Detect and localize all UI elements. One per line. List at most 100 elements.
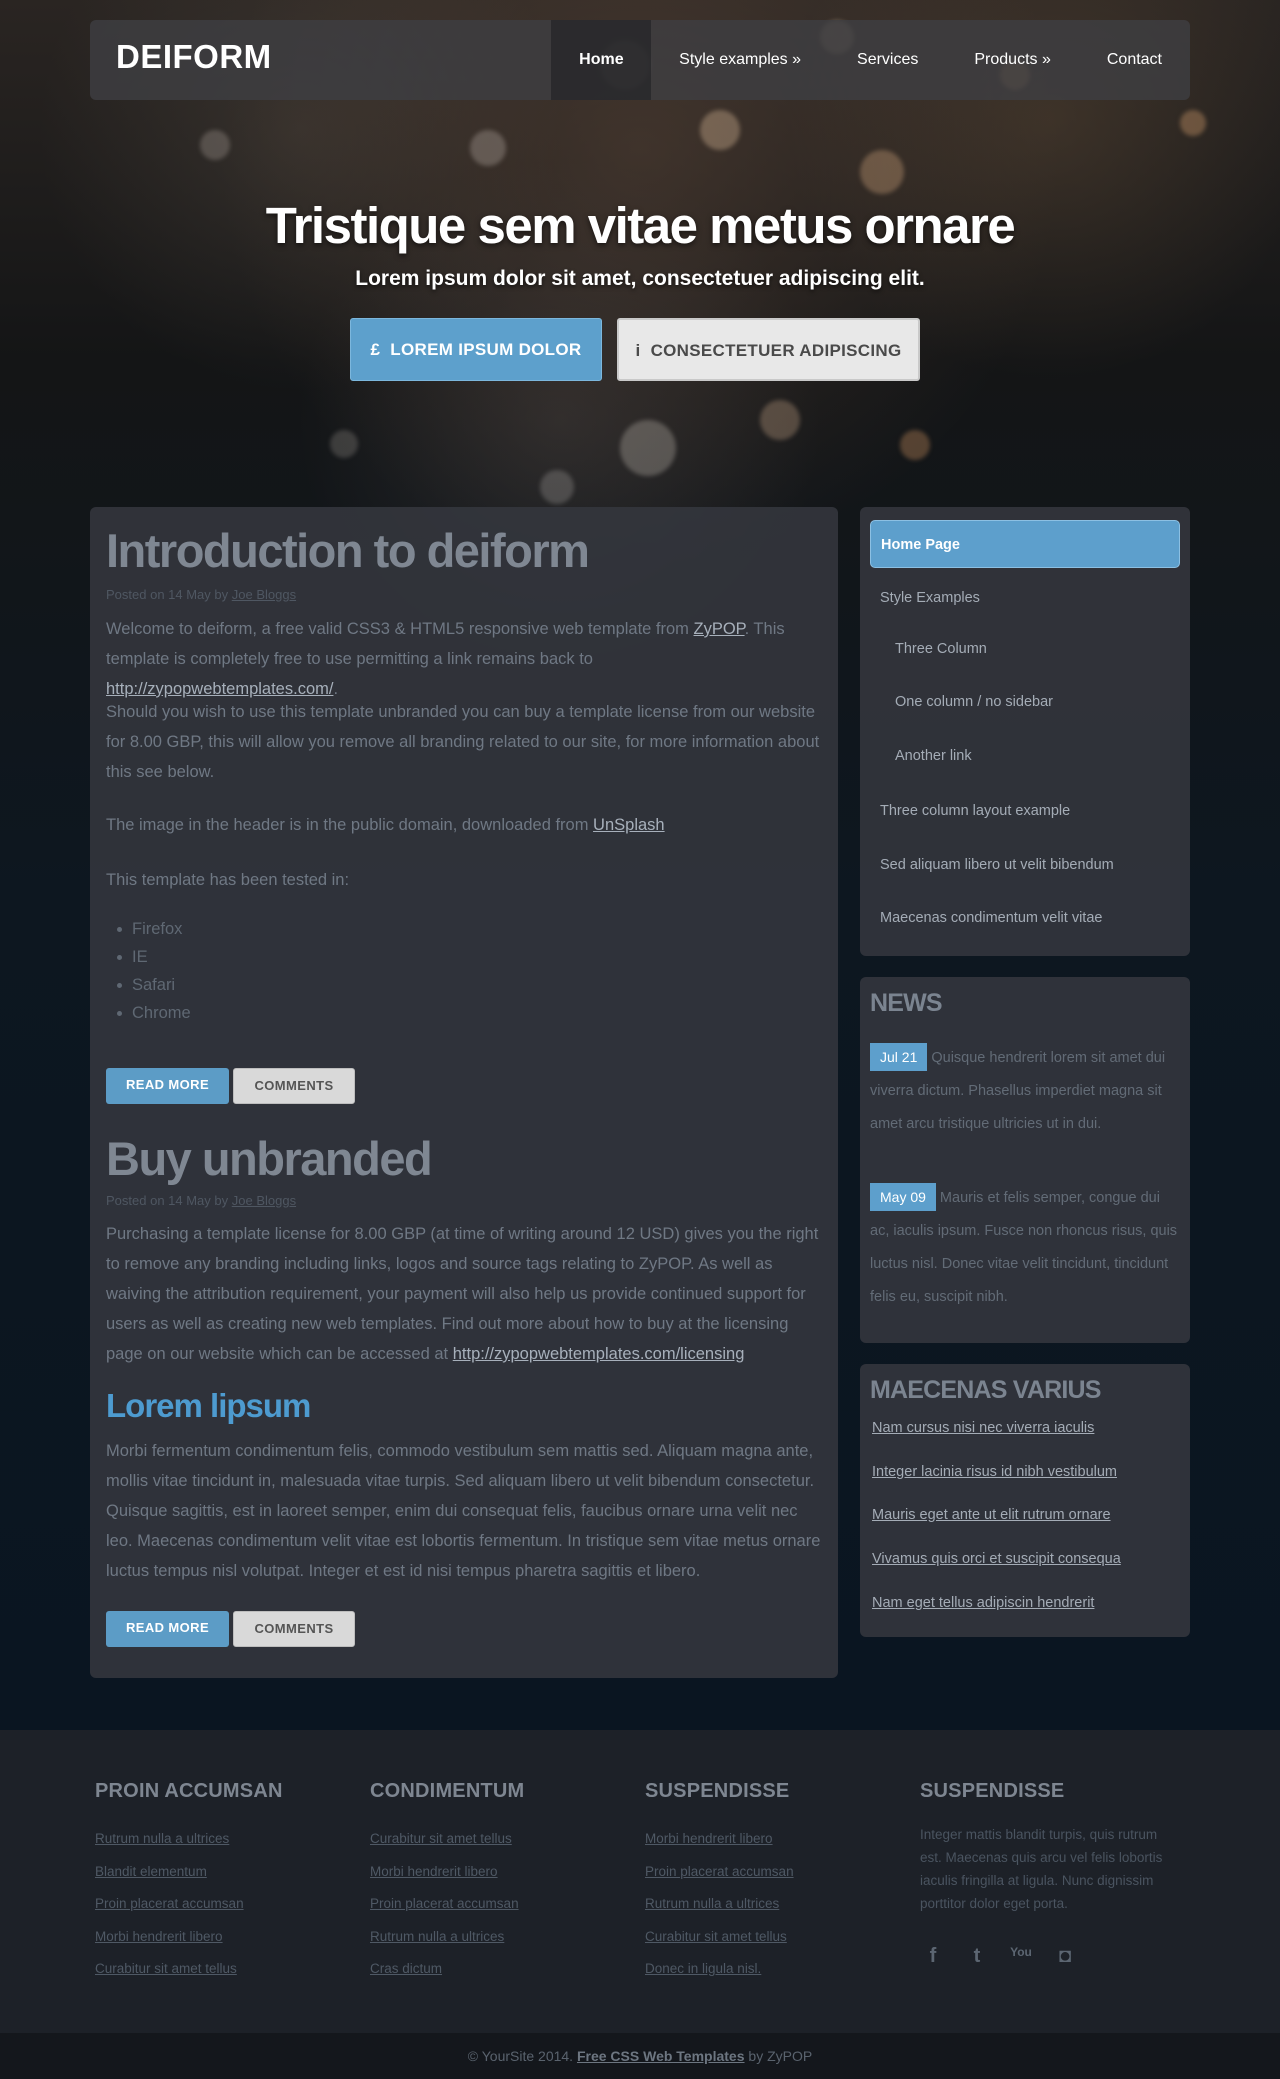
footer-column-title: SUSPENDISSE — [645, 1780, 790, 1802]
post-meta-unbranded: Posted on 14 May by Joe Bloggs — [106, 1193, 296, 1208]
section-title-lorem: Lorem lipsum — [106, 1387, 311, 1424]
footer-link[interactable]: Rutrum nulla a ultrices — [95, 1829, 283, 1850]
intro-paragraph-3: The image in the header is in the public… — [106, 810, 821, 840]
post-title-unbranded: Buy unbranded — [106, 1132, 433, 1185]
sidebar-menu: Home Page Style Examples Three Column On… — [860, 507, 1190, 956]
sidebar-item-one-column[interactable]: One column / no sidebar — [870, 678, 1180, 726]
nav-home[interactable]: Home — [551, 20, 652, 100]
news-title: NEWS — [870, 989, 943, 1017]
maecenas-panel: MAECENAS VARIUS Nam cursus nisi nec vive… — [860, 1364, 1190, 1637]
lorem-paragraph: Morbi fermentum condimentum felis, commo… — [106, 1442, 821, 1580]
post-author-link[interactable]: Joe Bloggs — [232, 1193, 296, 1208]
youtube-icon[interactable]: You — [1008, 1945, 1034, 1973]
footer-link[interactable]: Donec in ligula nisl. — [645, 1959, 794, 1980]
copyright-text: by ZyPOP — [744, 2048, 813, 2064]
footer-column: SUSPENDISSE Morbi hendrerit libero Proin… — [645, 1780, 794, 1980]
nav-products[interactable]: Products » — [946, 20, 1078, 100]
footer-link[interactable]: Blandit elementum — [95, 1862, 283, 1883]
nav-style-examples[interactable]: Style examples » — [651, 20, 829, 100]
footer-column-title: CONDIMENTUM — [370, 1780, 525, 1802]
pound-icon: £ — [370, 340, 381, 359]
maecenas-link[interactable]: Integer lacinia risus id nibh vestibulum — [872, 1464, 1117, 1480]
footer-link[interactable]: Cras dictum — [370, 1959, 524, 1980]
post-meta-intro: Posted on 14 May by Joe Bloggs — [106, 587, 296, 602]
sidebar-item-another-link[interactable]: Another link — [870, 732, 1180, 780]
read-more-button[interactable]: READ MORE — [106, 1611, 229, 1647]
twitter-icon[interactable]: t — [964, 1945, 990, 1973]
news-item: Jul 21 Quisque hendrerit lorem sit amet d… — [870, 1042, 1180, 1141]
list-item: Safari — [117, 971, 191, 999]
licensing-link[interactable]: http://zypopwebtemplates.com/licensing — [453, 1345, 745, 1363]
top-navigation-bar: DEIFORM Home Style examples » Services P… — [90, 20, 1190, 100]
footer-link[interactable]: Rutrum nulla a ultrices — [645, 1894, 794, 1915]
comments-button[interactable]: COMMENTS — [233, 1611, 355, 1647]
list-item: IE — [117, 943, 191, 971]
main-content: Introduction to deiform Posted on 14 May… — [90, 507, 838, 1678]
footer-column-title: SUSPENDISSE — [920, 1780, 1065, 1802]
post-author-link[interactable]: Joe Bloggs — [232, 587, 296, 602]
footer-link[interactable]: Rutrum nulla a ultrices — [370, 1927, 524, 1948]
post-meta-prefix: Posted on 14 May by — [106, 1193, 232, 1208]
hero-primary-button[interactable]: £ LOREM IPSUM DOLOR — [350, 318, 602, 381]
footer-about-text: Integer mattis blandit turpis, quis rutr… — [920, 1827, 1163, 1911]
zypop-link[interactable]: ZyPOP — [694, 620, 745, 638]
news-item: May 09 Mauris et felis semper, congue dui… — [870, 1182, 1180, 1314]
footer-link[interactable]: Curabitur sit amet tellus — [370, 1829, 524, 1850]
unsplash-link[interactable]: UnSplash — [593, 816, 665, 834]
intro-text: . — [333, 680, 339, 698]
post-meta-prefix: Posted on 14 May by — [106, 587, 232, 602]
footer-column: PROIN ACCUMSAN Rutrum nulla a ultrices B… — [95, 1780, 283, 1980]
sidebar-item-three-column[interactable]: Three Column — [870, 625, 1180, 673]
sidebar-item-sed-aliquam[interactable]: Sed aliquam libero ut velit bibendum — [870, 841, 1180, 889]
maecenas-link[interactable]: Nam cursus nisi nec viverra iaculis — [872, 1420, 1094, 1436]
zypop-url-link[interactable]: http://zypopwebtemplates.com/ — [106, 680, 333, 698]
hero-secondary-button-label: CONSECTETUER ADIPISCING — [650, 341, 902, 360]
footer-link[interactable]: Curabitur sit amet tellus — [645, 1927, 794, 1948]
comments-button[interactable]: COMMENTS — [233, 1068, 355, 1104]
browser-list: Firefox IE Safari Chrome — [117, 915, 191, 1027]
intro-paragraph-2: Should you wish to use this template unb… — [106, 703, 820, 781]
news-date-badge: Jul 21 — [870, 1043, 928, 1071]
footer-link[interactable]: Proin placerat accumsan — [95, 1894, 283, 1915]
intro-paragraph-4: This template has been tested in: — [106, 871, 350, 889]
nav-contact[interactable]: Contact — [1079, 20, 1190, 100]
footer-link[interactable]: Proin placerat accumsan — [370, 1894, 524, 1915]
read-more-button[interactable]: READ MORE — [106, 1068, 229, 1104]
footer-link[interactable]: Proin placerat accumsan — [645, 1862, 794, 1883]
maecenas-link[interactable]: Mauris eget ante ut elit rutrum ornare — [872, 1507, 1111, 1523]
intro-text: Welcome to deiform, a free valid CSS3 & … — [106, 620, 694, 638]
footer: PROIN ACCUMSAN Rutrum nulla a ultrices B… — [0, 1730, 1280, 2033]
maecenas-link[interactable]: Nam eget tellus adipiscin hendrerit — [872, 1595, 1094, 1611]
maecenas-link[interactable]: Vivamus quis orci et suscipit consequa — [872, 1551, 1121, 1567]
news-panel: NEWS Jul 21 Quisque hendrerit lorem sit a… — [860, 977, 1190, 1343]
facebook-icon[interactable]: f — [920, 1945, 946, 1973]
hero-subtitle: Lorem ipsum dolor sit amet, consectetuer… — [355, 267, 925, 290]
main-nav: Home Style examples » Services Products … — [551, 20, 1190, 100]
unbranded-text: Purchasing a template license for 8.00 G… — [106, 1225, 819, 1363]
news-date-badge: May 09 — [870, 1183, 936, 1211]
free-templates-link[interactable]: Free CSS Web Templates — [577, 2048, 745, 2064]
footer-link[interactable]: Morbi hendrerit libero — [370, 1862, 524, 1883]
footer-about-column: SUSPENDISSE Integer mattis blandit turpi… — [920, 1780, 1170, 1973]
list-item: Chrome — [117, 999, 191, 1027]
sidebar-item-three-column-layout[interactable]: Three column layout example — [870, 787, 1180, 835]
hero-secondary-button[interactable]: i CONSECTETUER ADIPISCING — [617, 318, 920, 381]
post-title-intro: Introduction to deiform — [106, 524, 590, 577]
instagram-icon[interactable]: ◘ — [1052, 1945, 1078, 1973]
site-logo[interactable]: DEIFORM — [116, 38, 272, 76]
footer-link[interactable]: Morbi hendrerit libero — [95, 1927, 283, 1948]
intro-text: The image in the header is in the public… — [106, 816, 594, 834]
footer-link[interactable]: Morbi hendrerit libero — [645, 1829, 794, 1850]
copyright-bar: © YourSite 2014. Free CSS Web Templates … — [0, 2033, 1280, 2079]
unbranded-paragraph: Purchasing a template license for 8.00 G… — [106, 1219, 821, 1369]
footer-link[interactable]: Curabitur sit amet tellus — [95, 1959, 283, 1980]
hero-primary-button-label: LOREM IPSUM DOLOR — [390, 340, 582, 359]
info-icon: i — [635, 341, 641, 360]
sidebar-item-home-page[interactable]: Home Page — [870, 520, 1180, 568]
sidebar-item-maecenas[interactable]: Maecenas condimentum velit vitae — [870, 894, 1180, 942]
nav-services[interactable]: Services — [829, 20, 946, 100]
maecenas-title: MAECENAS VARIUS — [870, 1376, 1101, 1404]
copyright-text: © YourSite 2014. — [467, 2048, 577, 2064]
hero-title: Tristique sem vitae metus ornare — [265, 197, 1016, 254]
sidebar-item-style-examples[interactable]: Style Examples — [870, 574, 1180, 622]
